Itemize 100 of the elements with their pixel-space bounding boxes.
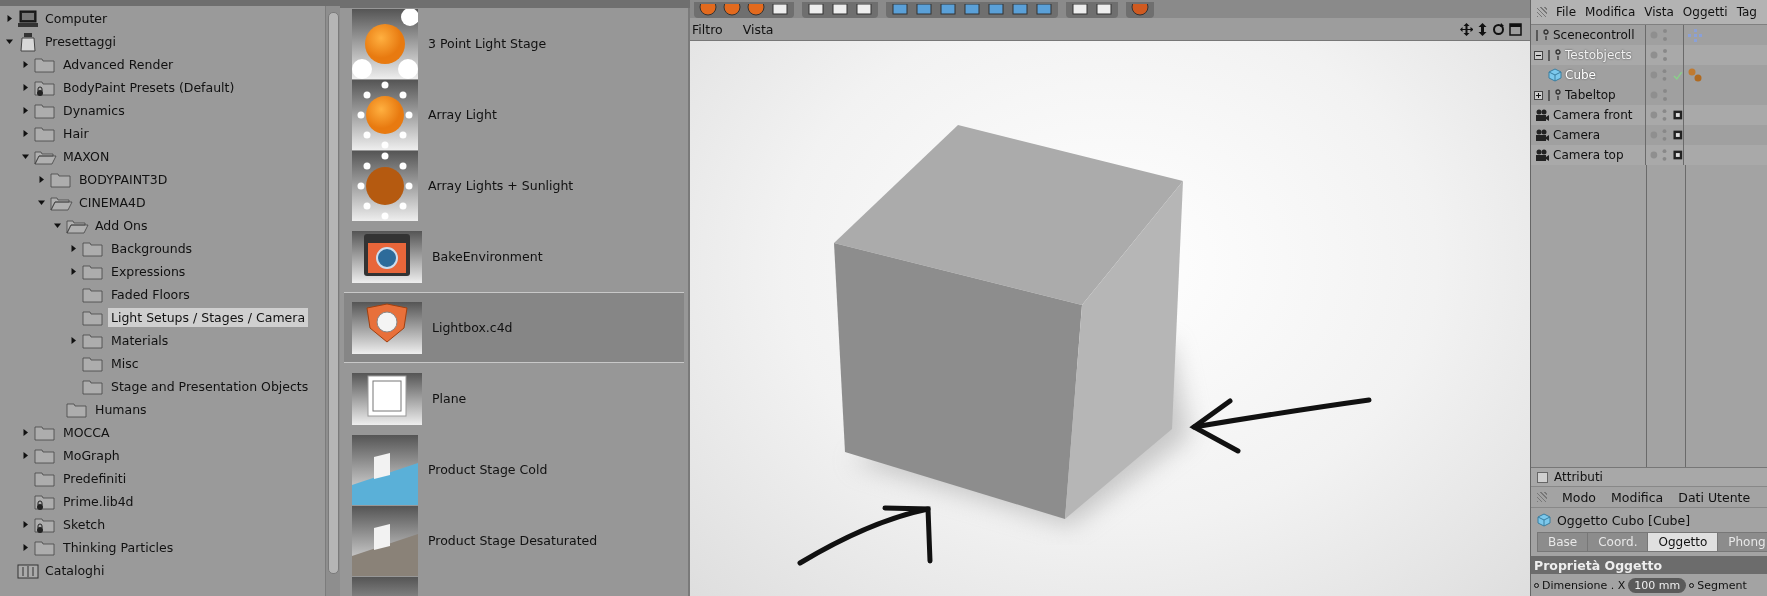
tree-item[interactable]: Materials: [108, 331, 172, 350]
expand-triangle-icon[interactable]: [21, 130, 29, 137]
toolbar-icon[interactable]: [987, 4, 1005, 16]
expand-icon[interactable]: [1534, 90, 1543, 100]
expand-triangle-icon[interactable]: [37, 199, 45, 206]
scroll-thumb[interactable]: [327, 12, 339, 574]
toolbar-icon[interactable]: [747, 4, 765, 16]
number-field[interactable]: 100 mm: [1628, 577, 1687, 593]
scrollbar[interactable]: [325, 6, 340, 596]
toolbar-icon[interactable]: [939, 4, 957, 16]
toolbar-icon[interactable]: [1095, 4, 1113, 16]
expand-triangle-icon[interactable]: [53, 222, 61, 229]
zoom-arrows-icon[interactable]: [1477, 22, 1488, 36]
preset-item[interactable]: Array Light: [344, 79, 684, 150]
expand-triangle-icon[interactable]: [21, 521, 29, 528]
expand-triangle-icon[interactable]: [69, 337, 77, 344]
tree-item[interactable]: Computer: [42, 9, 111, 28]
menu-item[interactable]: Tag: [1736, 5, 1757, 19]
menu-item[interactable]: File: [1556, 5, 1577, 19]
toolbar-icon[interactable]: [831, 4, 849, 16]
expand-triangle-icon[interactable]: [69, 268, 77, 275]
expand-triangle-icon[interactable]: [5, 38, 13, 45]
animation-dot-icon[interactable]: [1689, 582, 1695, 588]
expand-triangle-icon[interactable]: [21, 61, 29, 68]
tree-item[interactable]: Misc: [108, 354, 142, 373]
object-name[interactable]: Camera: [1553, 128, 1601, 142]
expand-triangle-icon[interactable]: [21, 544, 29, 551]
expand-triangle-icon[interactable]: [37, 176, 45, 183]
tree-item[interactable]: Humans: [92, 400, 150, 419]
toolbar-icon[interactable]: [891, 4, 909, 16]
collapse-icon[interactable]: [1534, 50, 1543, 60]
tree-item[interactable]: Prime.lib4d: [60, 492, 137, 511]
tab[interactable]: Oggetto: [1648, 533, 1719, 551]
target-tag-icon[interactable]: [1673, 150, 1683, 160]
tree-item[interactable]: Expressions: [108, 262, 189, 281]
grip-icon[interactable]: [1537, 492, 1547, 502]
target-tag-icon[interactable]: [1673, 130, 1683, 140]
grip-icon[interactable]: [1537, 7, 1547, 17]
tree-item[interactable]: Light Setups / Stages / Camera: [108, 308, 309, 327]
tree-item[interactable]: Cataloghi: [42, 561, 108, 580]
expand-triangle-icon[interactable]: [21, 84, 29, 91]
toolbar-icon[interactable]: [807, 4, 825, 16]
rotate-icon[interactable]: [1492, 22, 1505, 36]
toolbar-icon[interactable]: [1011, 4, 1029, 16]
tree-item[interactable]: Advanced Render: [60, 55, 177, 74]
maximize-icon[interactable]: [1509, 22, 1522, 36]
menu-item[interactable]: Modifica: [1585, 5, 1636, 19]
preset-item[interactable]: 3 Point Light Stage: [344, 8, 684, 79]
visibility-dots-icon[interactable]: [1650, 28, 1670, 42]
toolbar-icon[interactable]: [1071, 4, 1089, 16]
toolbar-icon[interactable]: [855, 4, 873, 16]
visibility-dots-icon[interactable]: [1650, 88, 1670, 102]
tree-item[interactable]: Dynamics: [60, 101, 128, 120]
preset-item[interactable]: Product Stage Cold: [344, 434, 684, 505]
menu-item[interactable]: Filtro: [692, 21, 723, 37]
expand-triangle-icon[interactable]: [69, 245, 77, 252]
preset-item[interactable]: BakeEnvironment: [344, 221, 684, 292]
menu-item[interactable]: Oggetti: [1682, 5, 1728, 19]
expand-triangle-icon[interactable]: [21, 107, 29, 114]
tree-item[interactable]: Presettaggi: [42, 32, 119, 51]
tree-item[interactable]: MoGraph: [60, 446, 123, 465]
menu-item[interactable]: Modo: [1562, 489, 1596, 505]
tree-item[interactable]: Add Ons: [92, 216, 151, 235]
animation-dot-icon[interactable]: [1534, 582, 1539, 588]
check-icon[interactable]: [1673, 70, 1683, 80]
tree-item[interactable]: Hair: [60, 124, 92, 143]
toolbar-icon[interactable]: [915, 4, 933, 16]
node-tag-icon[interactable]: [1687, 28, 1703, 42]
object-name[interactable]: Scenecontroll: [1553, 28, 1635, 42]
tree-item[interactable]: MOCCA: [60, 423, 113, 442]
tree-item[interactable]: Stage and Presentation Objects: [108, 377, 312, 396]
tree-item[interactable]: CINEMA4D: [76, 193, 149, 212]
preset-item[interactable]: Product Stage Desaturated: [344, 505, 684, 576]
object-name[interactable]: Tabeltop: [1565, 88, 1616, 102]
menu-item[interactable]: Vista: [1644, 5, 1674, 19]
menu-item[interactable]: Modifica: [1611, 489, 1664, 505]
tree-item[interactable]: BODYPAINT3D: [76, 170, 171, 189]
toolbar-icon[interactable]: [723, 4, 741, 16]
tree-item[interactable]: Backgrounds: [108, 239, 196, 258]
move-icon[interactable]: [1460, 22, 1473, 36]
toolbar-icon[interactable]: [771, 4, 789, 16]
tree-item[interactable]: Faded Floors: [108, 285, 193, 304]
expand-triangle-icon[interactable]: [21, 153, 29, 160]
expand-triangle-icon[interactable]: [5, 15, 13, 22]
preset-item[interactable]: Lightbox.c4d: [344, 292, 684, 363]
checkbox[interactable]: [1537, 471, 1548, 483]
menu-item[interactable]: Dati Utente: [1678, 489, 1751, 505]
expand-triangle-icon[interactable]: [21, 452, 29, 459]
toolbar-icon[interactable]: [699, 4, 717, 16]
tree-item[interactable]: BodyPaint Presets (Default): [60, 78, 238, 97]
preset-item[interactable]: Plane: [344, 363, 684, 434]
tree-item[interactable]: Predefiniti: [60, 469, 130, 488]
toolbar-icon[interactable]: [1035, 4, 1053, 16]
expand-triangle-icon[interactable]: [21, 429, 29, 436]
tree-item[interactable]: Sketch: [60, 515, 109, 534]
toolbar-icon[interactable]: [963, 4, 981, 16]
visibility-dots-icon[interactable]: [1650, 48, 1670, 62]
preset-item[interactable]: Array Lights + Sunlight: [344, 150, 684, 221]
toolbar-icon[interactable]: [1131, 4, 1149, 16]
tree-item[interactable]: MAXON: [60, 147, 113, 166]
